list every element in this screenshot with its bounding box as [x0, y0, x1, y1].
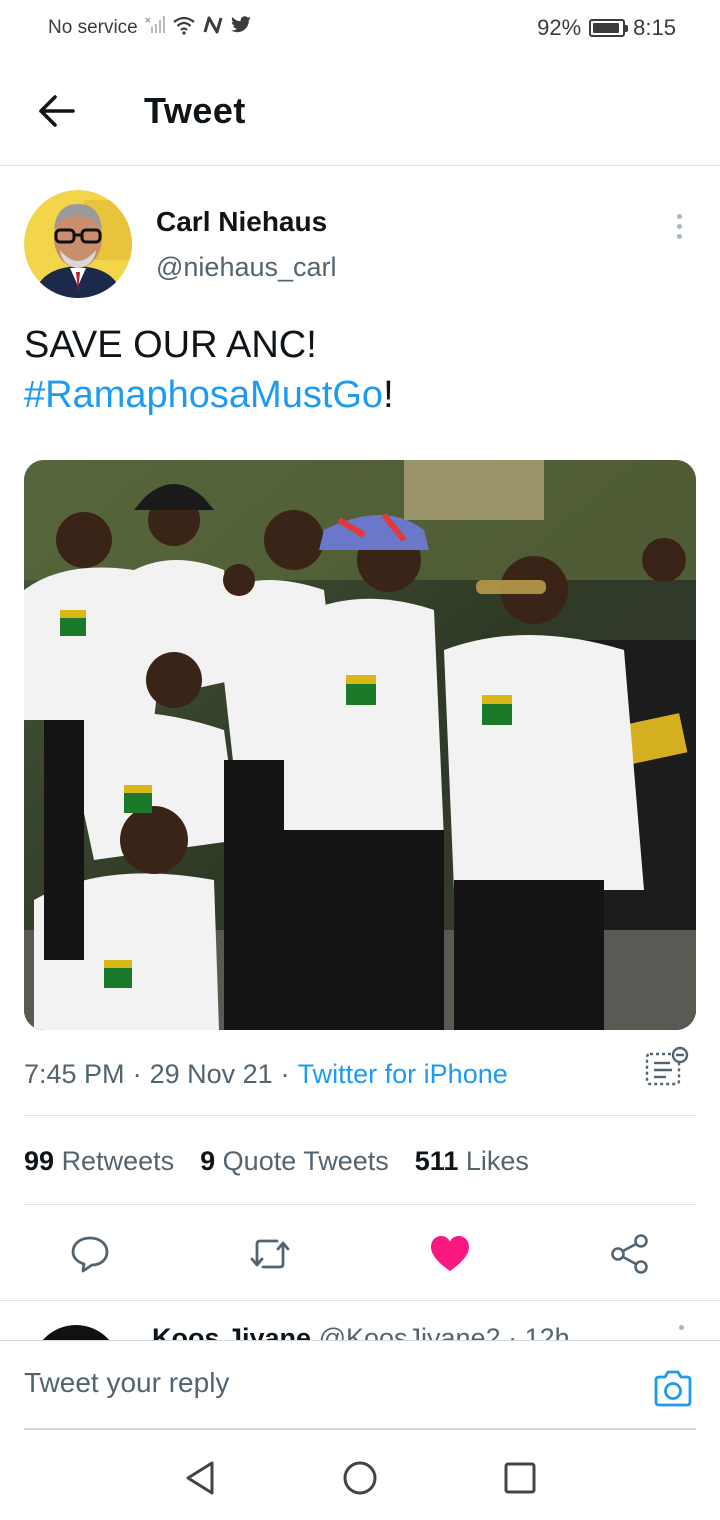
twitter-notification-icon [230, 16, 252, 40]
tweet-author-row: Carl Niehaus @niehaus_carl [24, 190, 696, 302]
reply-composer: Tweet your reply [0, 1340, 720, 1430]
battery-icon [589, 19, 629, 37]
analytics-icon[interactable] [644, 1046, 690, 1088]
back-button[interactable] [24, 79, 88, 143]
reply-underline [24, 1428, 696, 1430]
reply-more-icon[interactable] [679, 1325, 684, 1330]
tweet-text: SAVE OUR ANC! #RamaphosaMustGo! [24, 320, 696, 420]
reply-author: Koos Jiyane @KoosJiyane2 · 12h [152, 1323, 570, 1340]
tweet-text-line: SAVE OUR ANC! [24, 324, 317, 366]
svg-text:×: × [144, 16, 152, 26]
page-title: Tweet [144, 89, 246, 131]
retweets-label: Retweets [61, 1145, 175, 1176]
tweet-actions [24, 1222, 696, 1286]
tweet-time: 7:45 PM [24, 1058, 125, 1089]
like-button[interactable] [422, 1226, 478, 1282]
comment-icon [71, 1236, 109, 1273]
nav-back-button[interactable] [182, 1460, 218, 1496]
reply-author-name: Koos Jiyane [152, 1323, 312, 1340]
divider [24, 1115, 696, 1116]
tweet-detail: Carl Niehaus @niehaus_carl SAVE OUR ANC!… [24, 190, 696, 420]
meta-separator: · [280, 1058, 290, 1089]
retweets-stat[interactable]: 99 Retweets [24, 1146, 174, 1177]
hashtag-suffix: ! [383, 374, 394, 416]
nav-recents-button[interactable] [502, 1460, 538, 1496]
tweet-source-link[interactable]: Twitter for iPhone [298, 1059, 508, 1090]
square-recents-icon [504, 1462, 536, 1494]
signal-icon: × [144, 15, 166, 41]
triangle-back-icon [186, 1461, 214, 1495]
nav-home-button[interactable] [342, 1460, 378, 1496]
app-header: Tweet [0, 56, 720, 166]
quote-tweets-stat[interactable]: 9 Quote Tweets [200, 1146, 389, 1177]
tweet-stats: 99 Retweets 9 Quote Tweets 511 Likes [24, 1136, 529, 1186]
nfc-icon [202, 15, 224, 41]
system-nav-bar [0, 1432, 720, 1520]
reply-input[interactable]: Tweet your reply [24, 1367, 229, 1399]
likes-count: 511 [414, 1145, 459, 1176]
hashtag-link[interactable]: #RamaphosaMustGo [24, 374, 383, 416]
battery-percent: 92% [537, 15, 582, 40]
tweet-photo[interactable] [24, 460, 696, 1030]
retweet-icon [250, 1239, 290, 1269]
author-name[interactable]: Carl Niehaus [156, 206, 337, 238]
status-bar: No service × 92% 8:15 [0, 0, 720, 56]
likes-stat[interactable]: 511 Likes [415, 1146, 529, 1177]
battery-fill [593, 23, 619, 33]
carrier-label: No service [48, 17, 138, 38]
more-options-button[interactable] [664, 206, 694, 246]
more-dot-icon [676, 213, 682, 219]
retweet-button[interactable] [242, 1226, 298, 1282]
arrow-left-icon [39, 94, 75, 127]
share-icon [611, 1234, 648, 1274]
tweet-meta: 7:45 PM · 29 Nov 21 · Twitter for iPhone [24, 1046, 696, 1102]
circle-home-icon [343, 1461, 377, 1495]
camera-icon [654, 1370, 692, 1407]
reply-handle-time: @KoosJiyane2 · 12h [318, 1323, 570, 1340]
tweet-date: 29 Nov 21 [149, 1058, 273, 1089]
wifi-icon [172, 15, 196, 41]
more-dot-icon [676, 233, 682, 239]
author-avatar[interactable] [24, 190, 132, 298]
camera-button[interactable] [652, 1369, 694, 1409]
author-handle[interactable]: @niehaus_carl [156, 252, 337, 283]
more-dot-icon [676, 223, 682, 229]
retweets-count: 99 [24, 1145, 55, 1176]
reply-avatar[interactable] [32, 1325, 120, 1340]
next-reply-preview[interactable]: Koos Jiyane @KoosJiyane2 · 12h [0, 1300, 720, 1340]
share-button[interactable] [602, 1226, 658, 1282]
divider [24, 1204, 696, 1205]
likes-label: Likes [465, 1145, 529, 1176]
quote-tweets-label: Quote Tweets [222, 1145, 389, 1176]
meta-separator: · [132, 1058, 142, 1089]
clock: 8:15 [633, 15, 676, 40]
heart-icon [431, 1236, 469, 1271]
quote-tweets-count: 9 [200, 1145, 216, 1176]
reply-button[interactable] [62, 1226, 118, 1282]
